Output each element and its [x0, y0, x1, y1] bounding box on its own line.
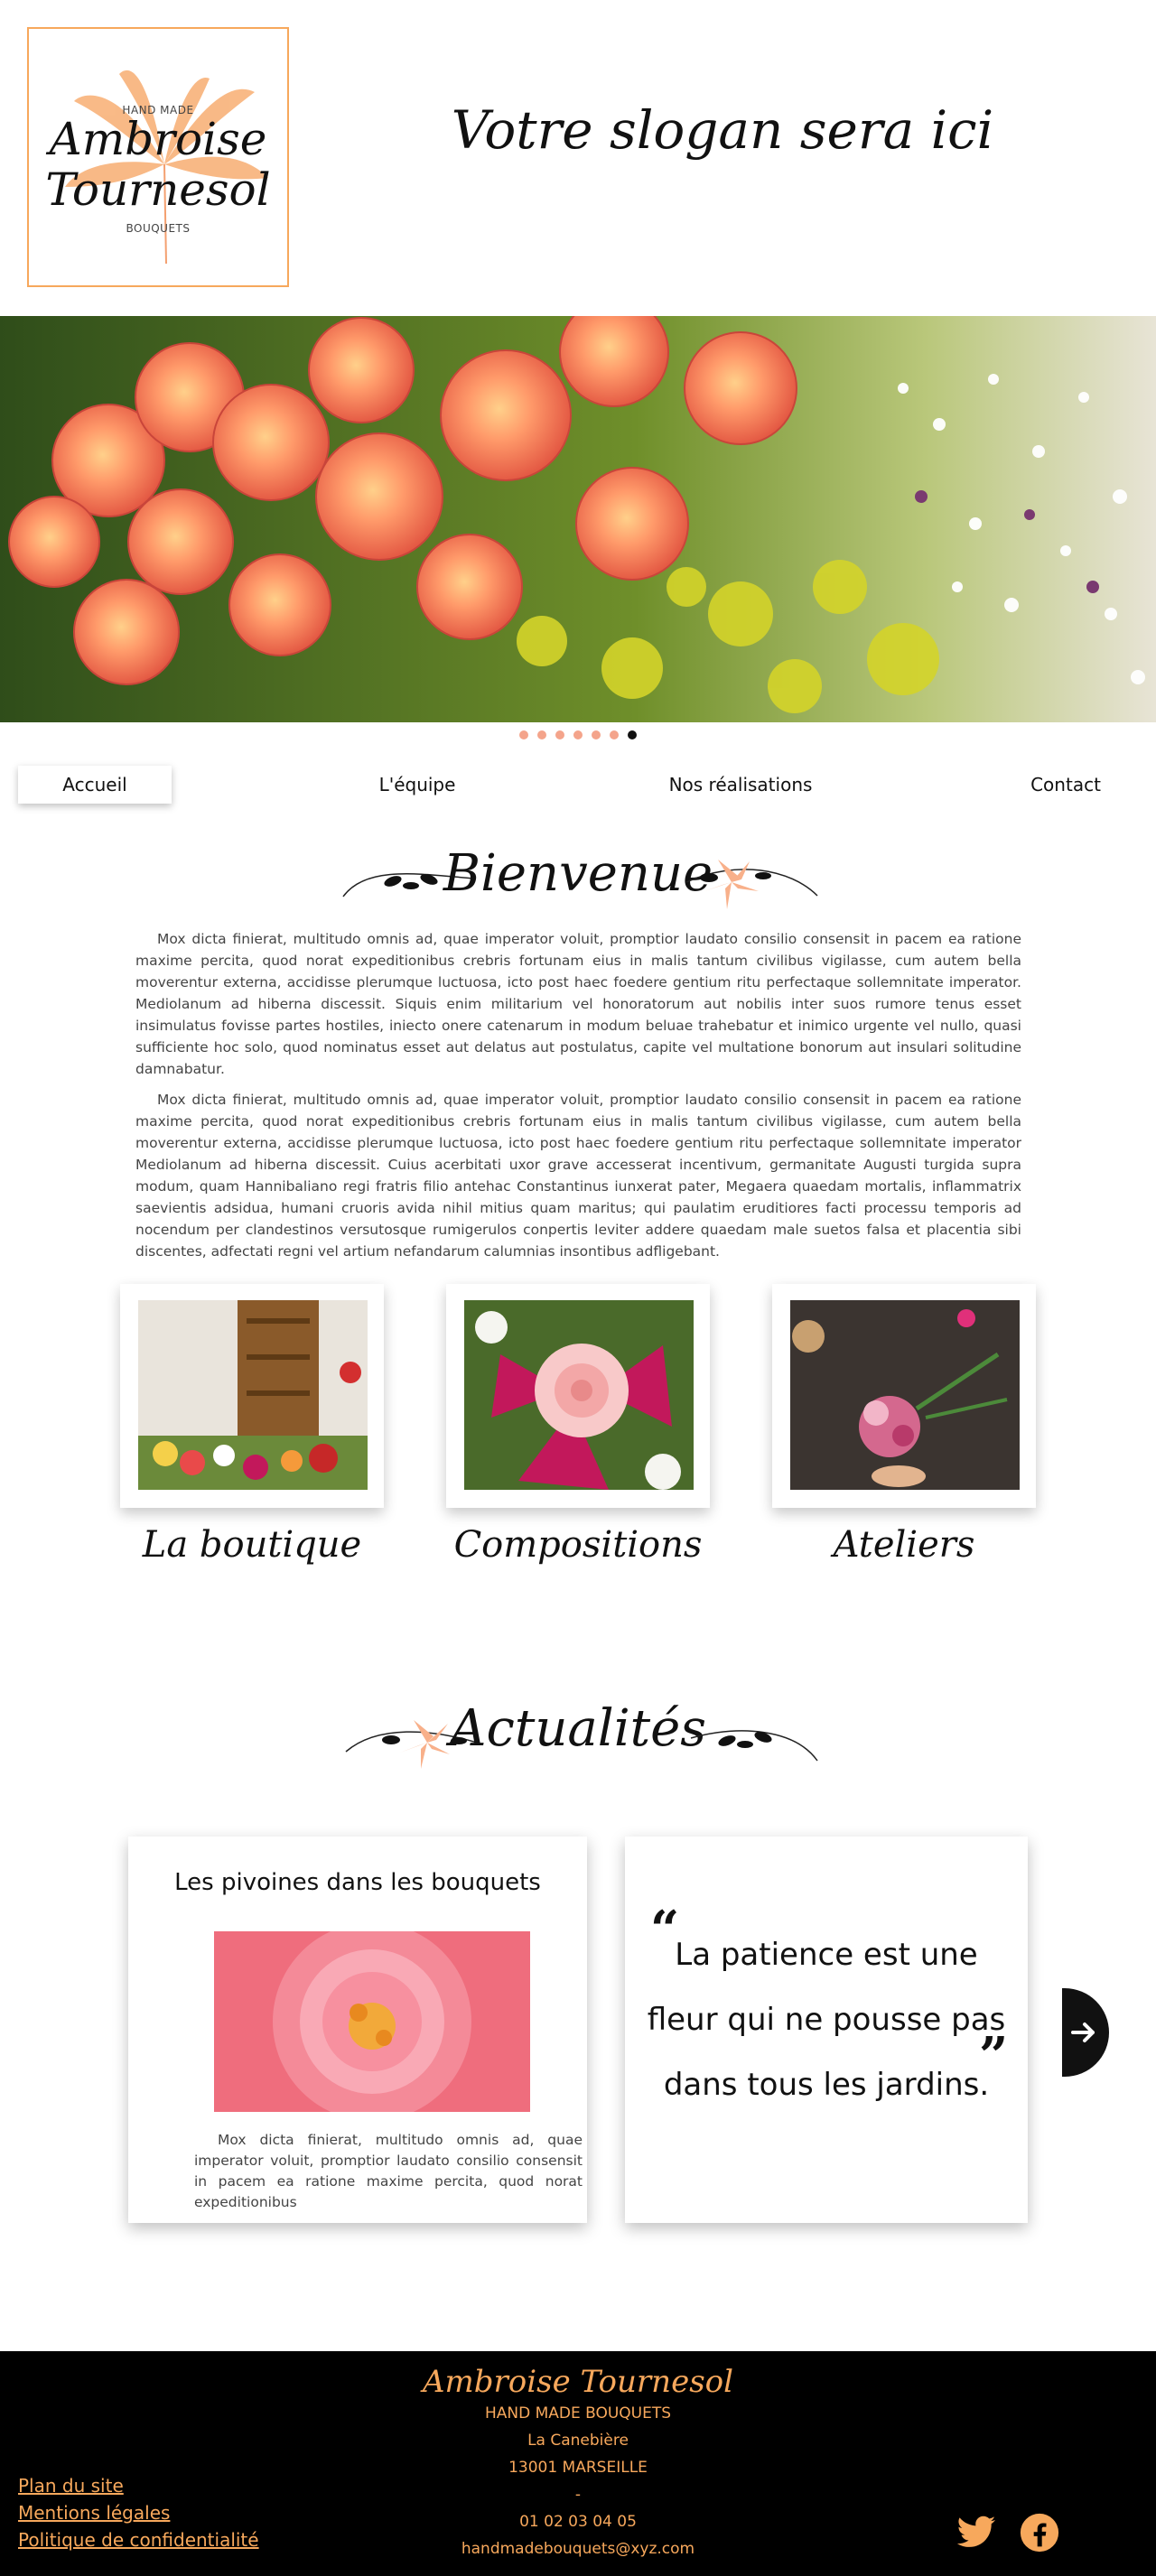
carousel-dot[interactable] [592, 730, 601, 739]
footer-street: La Canebière [527, 2432, 629, 2450]
carousel-dot[interactable] [537, 730, 546, 739]
logo-bottom-text: BOUQUETS [126, 222, 191, 235]
quote-line: La patience est une [675, 1937, 978, 1973]
news-title: Actualités [450, 1699, 706, 1758]
carousel-dot[interactable] [555, 730, 564, 739]
carousel-dot[interactable] [628, 730, 637, 739]
arrow-right-icon [1071, 2023, 1095, 2042]
welcome-text: Mox dicta finierat, multitudo omnis ad, … [135, 928, 1021, 1271]
quote-text: La patience est une fleur qui ne pousse … [625, 1922, 1028, 2117]
ateliers-card[interactable] [772, 1284, 1036, 1508]
footer-links: Plan du site Mentions légales Politique … [18, 2472, 259, 2553]
boutique-photo [138, 1300, 368, 1490]
news-next-button[interactable] [1062, 1988, 1109, 2077]
compositions-photo [464, 1300, 694, 1490]
nav-item-accueil[interactable]: Accueil [18, 766, 172, 804]
twitter-icon[interactable] [956, 2512, 997, 2553]
footer-link-privacy[interactable]: Politique de confidentialité [18, 2526, 259, 2553]
flower-flourish-icon [685, 860, 818, 909]
close-quote-mark: ” [979, 2026, 1009, 2086]
footer-tagline: HAND MADE BOUQUETS [484, 2404, 672, 2423]
footer-brand: Ambroise Tournesol [422, 2364, 733, 2400]
flourish-right-icon [690, 1730, 818, 1762]
carousel-dot[interactable] [610, 730, 619, 739]
quote-line: fleur qui ne pousse pas [647, 2002, 1006, 2038]
nav-item-contact[interactable]: Contact [1012, 766, 1120, 804]
compositions-caption[interactable]: Compositions [446, 1524, 710, 1566]
article-excerpt: Mox dicta finierat, multitudo omnis ad, … [194, 2132, 583, 2210]
quote-line: dans tous les jardins. [663, 2067, 990, 2103]
welcome-paragraph: Mox dicta finierat, multitudo omnis ad, … [135, 1092, 1021, 1260]
compositions-card[interactable] [446, 1284, 710, 1508]
footer-link-sitemap[interactable]: Plan du site [18, 2472, 259, 2499]
ateliers-photo [790, 1300, 1020, 1490]
slogan: Votre slogan sera ici [451, 99, 994, 161]
facebook-icon[interactable] [1019, 2512, 1060, 2553]
logo[interactable]: HAND MADE Ambroise Tournesol BOUQUETS [27, 27, 289, 287]
boutique-card[interactable] [120, 1284, 384, 1508]
carousel-dot[interactable] [573, 730, 583, 739]
hero-carousel-image[interactable] [0, 316, 1156, 722]
ateliers-caption[interactable]: Ateliers [772, 1524, 1036, 1566]
nav-item-equipe[interactable]: L'équipe [354, 766, 480, 804]
quote-card: “ La patience est une fleur qui ne pouss… [625, 1837, 1028, 2223]
carousel-dots [0, 730, 1156, 739]
footer: Ambroise Tournesol HAND MADE BOUQUETS La… [0, 2351, 1156, 2576]
article-card[interactable]: Les pivoines dans les bouquets Mox dicta… [128, 1837, 587, 2223]
welcome-paragraph: Mox dicta finierat, multitudo omnis ad, … [135, 931, 1021, 1077]
logo-name-line2: Tournesol [45, 163, 271, 216]
peony-photo [214, 1931, 530, 2112]
carousel-dot[interactable] [519, 730, 528, 739]
footer-link-legal[interactable]: Mentions légales [18, 2499, 259, 2526]
nav-item-realisations[interactable]: Nos réalisations [650, 766, 831, 804]
article-title[interactable]: Les pivoines dans les bouquets [128, 1869, 587, 1896]
logo-name-line1: Ambroise [49, 113, 267, 165]
main-nav: Accueil L'équipe Nos réalisations Contac… [0, 766, 1156, 805]
boutique-caption[interactable]: La boutique [120, 1524, 384, 1566]
welcome-title: Bienvenue [443, 844, 713, 903]
